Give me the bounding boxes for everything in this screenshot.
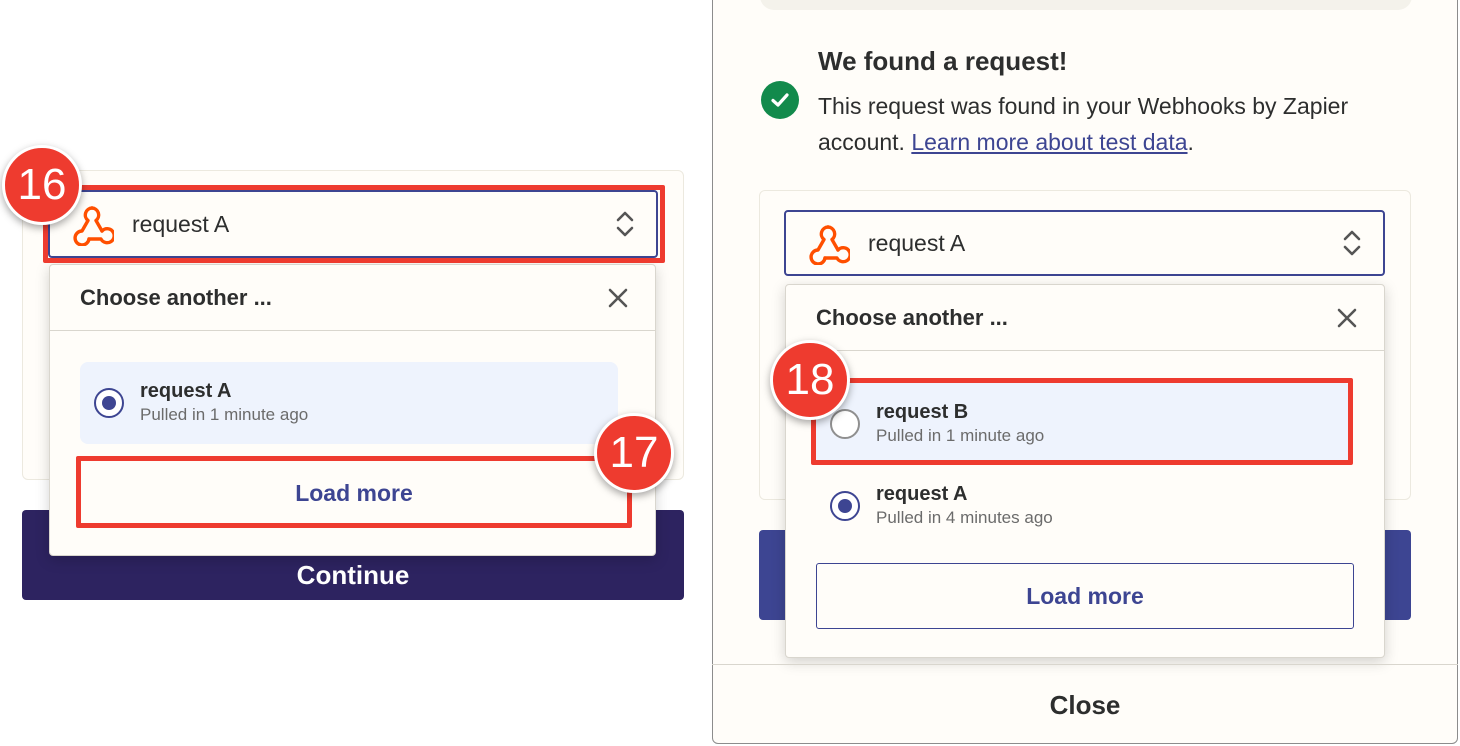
right-choose-dropdown: Choose another ... request B Pulled in 1… [785, 284, 1385, 658]
right-dropdown-header: Choose another ... [786, 285, 1384, 351]
radio-selected-icon[interactable] [830, 491, 860, 521]
right-top-card [760, 0, 1412, 10]
footer-divider [712, 664, 1458, 665]
found-request-title: We found a request! [818, 46, 1068, 76]
step-badge-16: 16 [2, 145, 82, 225]
success-check-icon [761, 81, 799, 119]
option-name: request A [140, 380, 232, 402]
radio-selected-icon[interactable] [94, 388, 124, 418]
webhook-icon [809, 225, 850, 265]
right-dropdown-title: Choose another ... [816, 304, 1008, 330]
step-badge-18: 18 [770, 340, 850, 420]
close-icon[interactable] [607, 287, 629, 309]
right-option-request-a[interactable]: request A Pulled in 4 minutes ago [816, 465, 1352, 547]
left-dropdown-title: Choose another ... [80, 284, 272, 310]
check-icon [771, 93, 789, 107]
right-select-value: request A [868, 229, 966, 256]
found-request-description: This request was found in your Webhooks … [818, 88, 1418, 160]
highlight-box-18 [811, 378, 1353, 465]
option-name: request A [876, 483, 968, 505]
learn-more-link[interactable]: Learn more about test data [911, 129, 1187, 155]
close-button[interactable]: Close [712, 680, 1458, 730]
close-icon[interactable] [1336, 307, 1358, 329]
highlight-box-16 [43, 185, 665, 263]
right-request-select[interactable]: request A [784, 210, 1385, 276]
option-timestamp: Pulled in 4 minutes ago [876, 508, 1053, 527]
highlight-box-17 [76, 456, 632, 528]
left-dropdown-header: Choose another ... [50, 265, 655, 331]
option-timestamp: Pulled in 1 minute ago [140, 405, 309, 424]
up-down-chevron-icon [1343, 230, 1361, 256]
right-load-more-button[interactable]: Load more [816, 563, 1354, 629]
left-option-request-a[interactable]: request A Pulled in 1 minute ago [80, 362, 618, 444]
description-end: . [1187, 129, 1194, 155]
step-badge-17: 17 [594, 413, 674, 493]
